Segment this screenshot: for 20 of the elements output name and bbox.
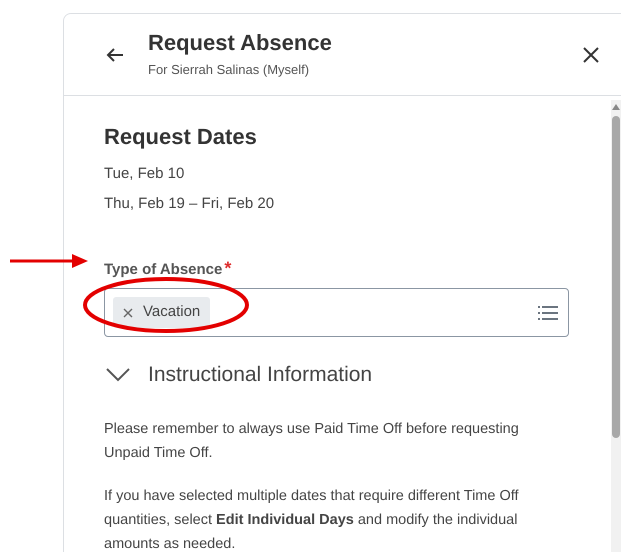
date-range-text: Thu, Feb 19 – Fri, Feb 20 <box>104 194 276 214</box>
back-arrow-icon <box>106 46 124 62</box>
field-label: Type of Absence <box>104 261 222 278</box>
section-title: Request Dates <box>104 123 258 151</box>
scroll-up-icon <box>612 104 620 110</box>
scrollbar-thumb[interactable] <box>612 116 620 438</box>
instruction-text: If you have selected multiple dates that require different Time Off quantities, select Edit Individual Days and modify the individual amounts as needed. <box>104 486 520 552</box>
close-icon <box>583 46 599 62</box>
accordion-toggle[interactable]: Instructional Information <box>104 359 372 390</box>
chip-label: Vacation <box>143 302 200 322</box>
list-icon <box>538 304 558 320</box>
date-range-text: Tue, Feb 10 <box>104 164 186 184</box>
selection-chip[interactable]: Vacation <box>113 297 210 328</box>
required-mark: * <box>224 258 232 278</box>
instruction-text: Please remember to always use Paid Time Off before requesting Unpaid Time Off. <box>104 420 520 462</box>
type-of-absence-field[interactable]: Vacation <box>104 288 569 337</box>
scrollbar[interactable] <box>611 100 621 552</box>
dialog-subtitle: For Sierrah Salinas (Myself) <box>148 60 310 79</box>
remove-icon <box>123 308 133 318</box>
dialog-title: Request Absence <box>148 30 333 56</box>
